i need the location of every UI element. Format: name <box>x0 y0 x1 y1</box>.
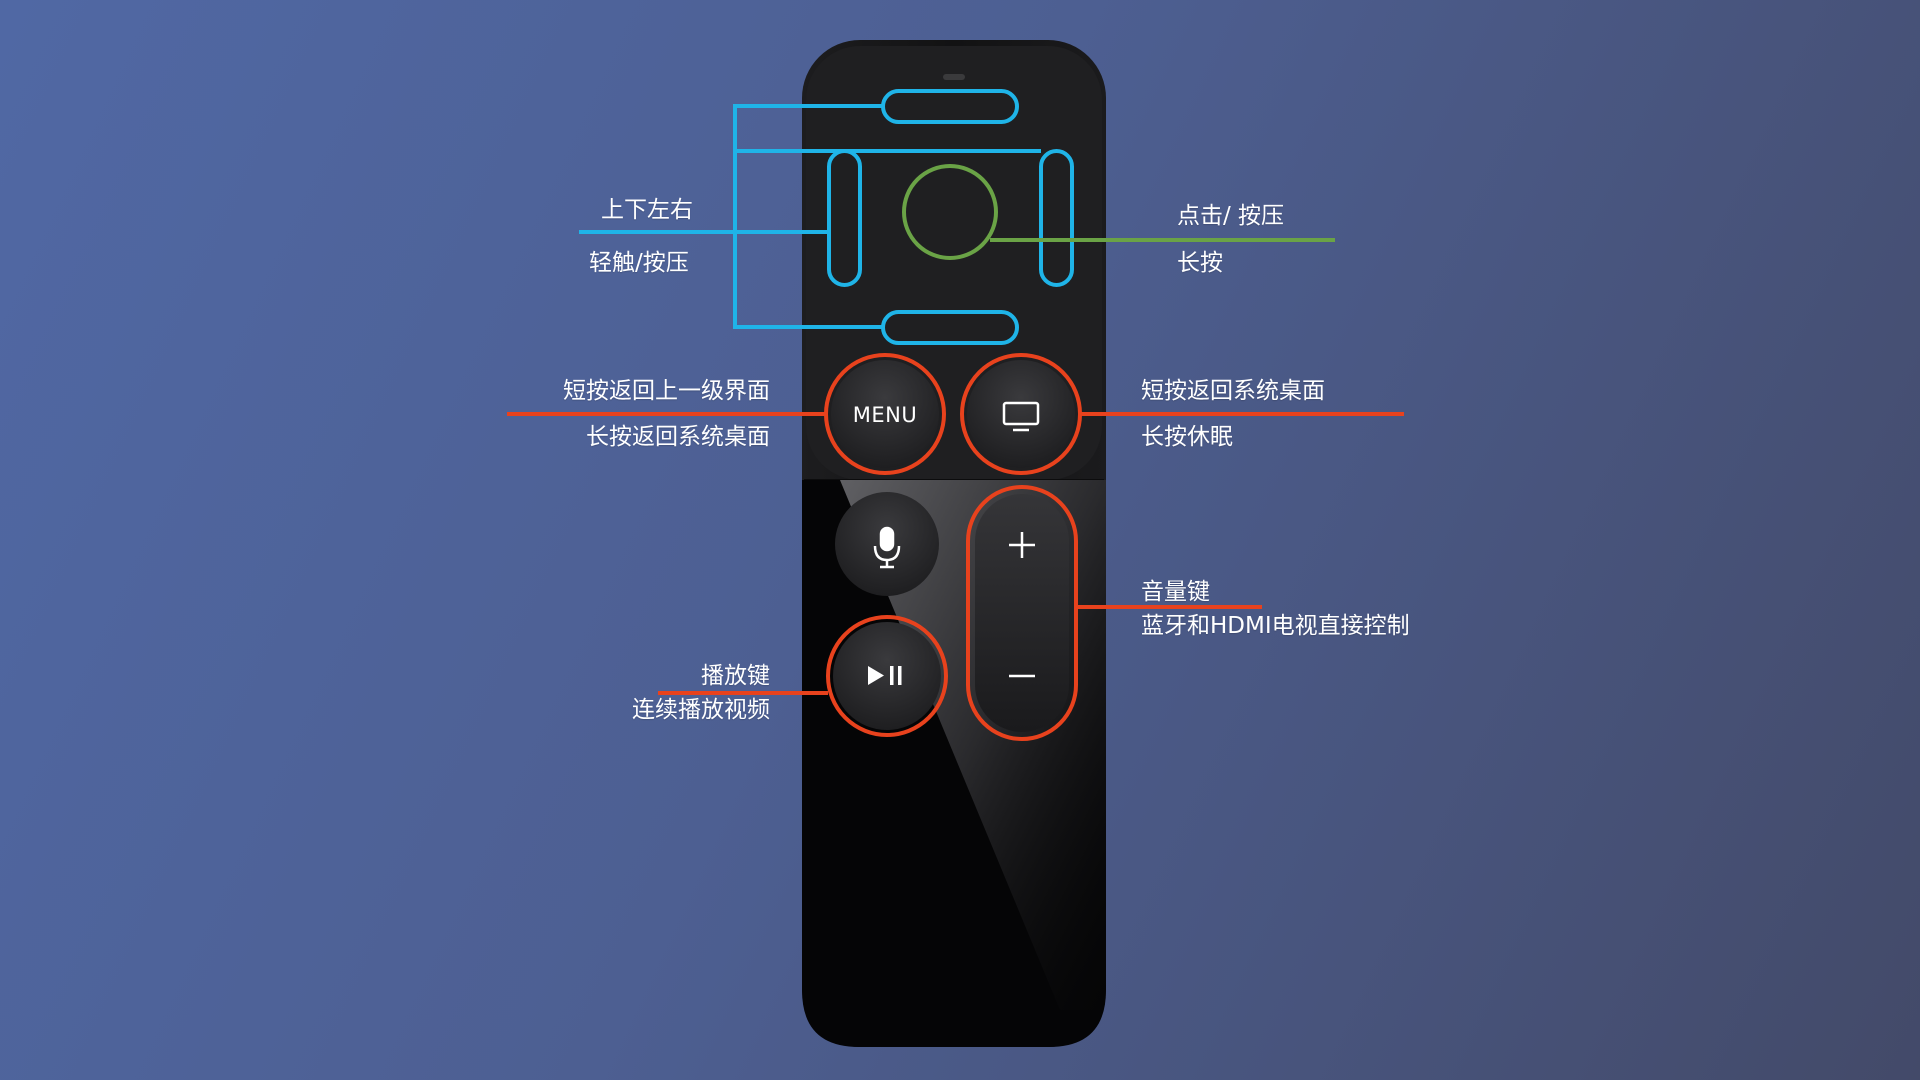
volume-button-label-2: 蓝牙和HDMI电视直接控制 <box>1141 613 1410 639</box>
tv-button-label-2: 长按休眠 <box>1141 424 1233 450</box>
menu-button-label-2: 长按返回系统桌面 <box>586 424 770 450</box>
touch-directions-label-1: 上下左右 <box>601 197 693 223</box>
touch-center-label-2: 长按 <box>1177 250 1223 276</box>
menu-button-label: MENU <box>853 403 917 427</box>
play-pause-button[interactable] <box>833 622 941 730</box>
menu-button[interactable]: MENU <box>831 360 939 468</box>
siri-button[interactable] <box>835 492 939 596</box>
menu-button-label-1: 短按返回上一级界面 <box>563 378 770 404</box>
microphone-slot <box>943 74 965 80</box>
volume-button[interactable] <box>975 494 1069 732</box>
play-button-label-2: 连续播放视频 <box>632 697 770 723</box>
tv-button[interactable] <box>967 360 1075 468</box>
remote-diagram: MENU <box>507 40 1404 1047</box>
play-button-label-1: 播放键 <box>701 663 770 689</box>
tv-button-label-1: 短按返回系统桌面 <box>1141 378 1325 404</box>
volume-button-label-1: 音量键 <box>1141 579 1210 605</box>
touch-directions-label-2: 轻触/按压 <box>589 250 689 276</box>
touch-center-label-1: 点击/ 按压 <box>1177 203 1285 229</box>
